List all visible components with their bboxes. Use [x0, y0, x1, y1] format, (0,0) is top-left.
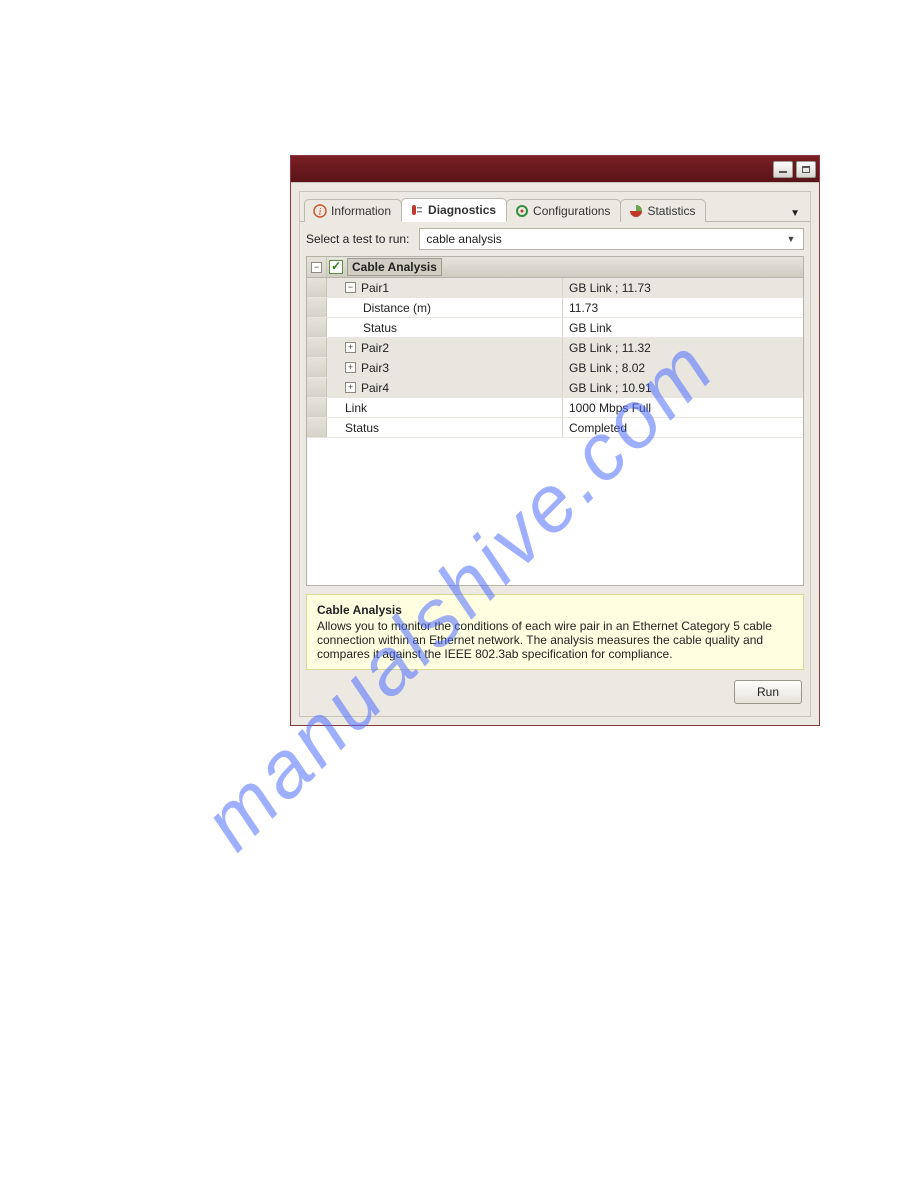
row-name-text: Pair1	[361, 281, 389, 295]
tab-statistics[interactable]: Statistics	[620, 199, 706, 222]
row-name-text: Pair4	[361, 381, 389, 395]
chevron-down-icon: ▼	[783, 231, 799, 247]
tab-information[interactable]: i Information	[304, 199, 402, 222]
tree-row: + Pair2 GB Link ; 11.32	[307, 338, 803, 358]
tree-row: Link 1000 Mbps Full	[307, 398, 803, 418]
row-name-text: Status	[363, 321, 397, 335]
row-name-text: Pair2	[361, 341, 389, 355]
description-panel: Cable Analysis Allows you to monitor the…	[306, 594, 804, 670]
tree-gutter	[307, 398, 327, 417]
tree-row-value: GB Link ; 11.73	[563, 278, 803, 297]
chevron-down-icon: ▼	[790, 208, 800, 219]
combo-value: cable analysis	[426, 232, 501, 246]
results-tree: − Cable Analysis −Pair1GB Link ; 11.73Di…	[306, 256, 804, 586]
button-row: Run	[306, 670, 804, 710]
tab-overflow-button[interactable]: ▼	[784, 206, 806, 221]
tree-gutter	[307, 338, 327, 357]
tab-label: Statistics	[647, 204, 695, 218]
tree-row-value: GB Link ; 10.91	[563, 378, 803, 397]
collapse-all-button[interactable]: −	[311, 262, 322, 273]
tree-row-value: Completed	[563, 418, 803, 437]
tree-row-name[interactable]: Link	[327, 398, 563, 417]
row-name-text: Link	[345, 401, 367, 415]
tree-row-value: 1000 Mbps Full	[563, 398, 803, 417]
tree-row-value: GB Link ; 8.02	[563, 358, 803, 377]
row-name-text: Distance (m)	[363, 301, 431, 315]
svg-text:i: i	[319, 207, 322, 218]
expand-button[interactable]: +	[345, 362, 356, 373]
tree-row-name[interactable]: Status	[327, 318, 563, 337]
collapse-button[interactable]: −	[345, 282, 356, 293]
tab-label: Diagnostics	[428, 203, 496, 217]
tab-configurations[interactable]: Configurations	[506, 199, 621, 222]
tree-row-name[interactable]: Status	[327, 418, 563, 437]
run-button[interactable]: Run	[734, 680, 802, 704]
tree-gutter	[307, 378, 327, 397]
tree-row: + Pair4 GB Link ; 10.91	[307, 378, 803, 398]
description-body: Allows you to monitor the conditions of …	[317, 619, 793, 661]
tree-header-label: Cable Analysis	[347, 258, 442, 276]
app-window: i Information Diagnostics Configurations	[290, 155, 820, 726]
tree-row-name[interactable]: + Pair3	[327, 358, 563, 377]
tree-row-name[interactable]: + Pair4	[327, 378, 563, 397]
titlebar	[291, 156, 819, 182]
tab-label: Information	[331, 204, 391, 218]
tree-row-value: 11.73	[563, 298, 803, 317]
configurations-icon	[515, 204, 529, 218]
tree-row: −Pair1GB Link ; 11.73	[307, 278, 803, 298]
tree-row: Status GB Link	[307, 318, 803, 338]
info-icon: i	[313, 204, 327, 218]
tree-row-name[interactable]: −Pair1	[327, 278, 563, 297]
tree-gutter	[307, 278, 327, 297]
tree-row-name[interactable]: Distance (m)	[327, 298, 563, 317]
tree-row-name[interactable]: + Pair2	[327, 338, 563, 357]
tree-gutter	[307, 418, 327, 437]
diagnostics-icon	[410, 203, 424, 217]
test-select-combo[interactable]: cable analysis ▼	[419, 228, 804, 250]
minimize-button[interactable]	[773, 161, 793, 178]
expand-button[interactable]: +	[345, 382, 356, 393]
check-icon	[329, 260, 343, 274]
tab-diagnostics[interactable]: Diagnostics	[401, 198, 507, 222]
tree-row: + Pair3 GB Link ; 8.02	[307, 358, 803, 378]
row-name-text: Status	[345, 421, 379, 435]
expand-button[interactable]: +	[345, 342, 356, 353]
description-title: Cable Analysis	[317, 603, 793, 617]
maximize-icon	[802, 166, 810, 173]
test-select-label: Select a test to run:	[306, 232, 409, 246]
row-name-text: Pair3	[361, 361, 389, 375]
tree-row: Distance (m) 11.73	[307, 298, 803, 318]
tree-row: Status Completed	[307, 418, 803, 438]
tree-gutter: −	[307, 257, 327, 277]
tree-gutter	[307, 298, 327, 317]
tree-gutter	[307, 318, 327, 337]
tree-gutter	[307, 358, 327, 377]
tree-header: − Cable Analysis	[307, 257, 803, 278]
tab-bar: i Information Diagnostics Configurations	[300, 192, 810, 222]
maximize-button[interactable]	[796, 161, 816, 178]
tab-label: Configurations	[533, 204, 610, 218]
tree-row-value: GB Link	[563, 318, 803, 337]
tab-content: Select a test to run: cable analysis ▼ −…	[300, 222, 810, 716]
client-area: i Information Diagnostics Configurations	[291, 182, 819, 725]
tree-row-value: GB Link ; 11.32	[563, 338, 803, 357]
inner-frame: i Information Diagnostics Configurations	[299, 191, 811, 717]
statistics-icon	[629, 204, 643, 218]
test-select-row: Select a test to run: cable analysis ▼	[306, 228, 804, 250]
minimize-icon	[779, 171, 787, 173]
